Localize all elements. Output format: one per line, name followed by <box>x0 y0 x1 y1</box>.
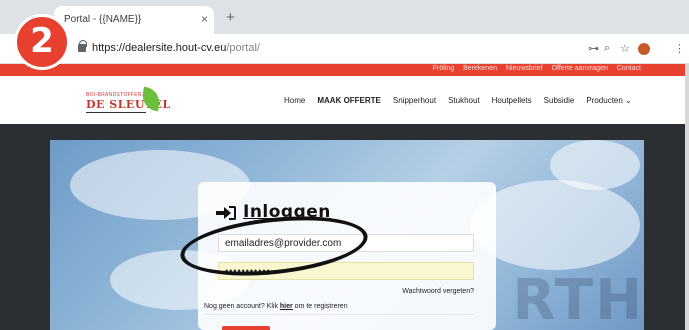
logo-underline <box>86 112 146 113</box>
nav-snipperhout[interactable]: Snipperhout <box>393 96 436 105</box>
url-text[interactable]: https://dealersite.hout-cv.eu/portal/ <box>92 42 260 54</box>
nav-maak-offerte[interactable]: MAAK OFFERTE <box>317 96 381 105</box>
top-link-offerte[interactable]: Offerte aanvragen <box>552 65 608 72</box>
tab-close-icon[interactable]: × <box>201 12 208 26</box>
step-badge: 2 <box>14 14 70 70</box>
login-door <box>229 206 236 220</box>
browser-menu-icon[interactable]: ⋮ <box>674 42 685 55</box>
login-submit-button[interactable] <box>222 326 270 330</box>
email-input[interactable] <box>218 234 474 252</box>
browser-tab[interactable]: Portal - {{NAME}} × <box>54 6 214 34</box>
main-nav: Home MAAK OFFERTE Snipperhout Stukhout H… <box>284 96 632 105</box>
site-top-bar: Fröling Berekenen Nieuwsbrief Offerte aa… <box>0 64 689 76</box>
register-text: Nog geen account? Klik hier om te regist… <box>204 303 348 310</box>
address-bar[interactable]: https://dealersite.hout-cv.eu/portal/ ⊶ … <box>0 34 689 64</box>
top-link-contact[interactable]: Contact <box>617 65 641 72</box>
login-title: Inloggen <box>243 202 331 222</box>
top-links: Fröling Berekenen Nieuwsbrief Offerte aa… <box>433 65 641 72</box>
card-divider <box>204 314 474 315</box>
register-link[interactable]: hier <box>280 303 293 310</box>
top-link-nieuwsbrief[interactable]: Nieuwsbrief <box>506 65 543 72</box>
nav-subsidie[interactable]: Subsidie <box>544 96 575 105</box>
new-tab-icon[interactable]: + <box>226 9 235 26</box>
url-base: https://dealersite.hout-cv.eu <box>92 42 227 54</box>
key-icon[interactable]: ⊶ <box>588 42 599 55</box>
register-text-before: Nog geen account? Klik <box>204 303 280 310</box>
top-link-berekenen[interactable]: Berekenen <box>463 65 497 72</box>
register-text-after: om te registreren <box>292 303 348 310</box>
login-card: Inloggen Wachtwoord vergeten? Nog geen a… <box>177 182 496 330</box>
bookmark-star-icon[interactable]: ☆ <box>620 42 630 55</box>
browser-tab-bar: Portal - {{NAME}} × + <box>0 0 689 34</box>
nav-home[interactable]: Home <box>284 96 305 105</box>
nav-stukhout[interactable]: Stukhout <box>448 96 480 105</box>
login-icon <box>216 206 236 220</box>
nav-producten[interactable]: Producten ⌄ <box>586 96 631 105</box>
forgot-password-link[interactable]: Wachtwoord vergeten? <box>402 288 474 295</box>
tab-title: Portal - {{NAME}} <box>64 14 142 25</box>
nav-houtpellets[interactable]: Houtpellets <box>492 96 532 105</box>
lock-icon <box>78 40 87 52</box>
password-input[interactable] <box>218 262 474 280</box>
site-logo[interactable]: BIO-BRANDSTOFFEN.NL DE SLEUTEL <box>86 86 170 116</box>
top-link-froling[interactable]: Fröling <box>433 65 454 72</box>
profile-avatar[interactable] <box>638 43 650 55</box>
site-header: BIO-BRANDSTOFFEN.NL DE SLEUTEL Home MAAK… <box>0 76 689 124</box>
cloud <box>550 140 640 190</box>
scrollbar[interactable] <box>685 64 689 330</box>
zoom-icon[interactable]: ⌕ <box>604 42 610 55</box>
url-path: /portal/ <box>226 42 260 54</box>
hero-watermark: RTH <box>512 268 644 330</box>
